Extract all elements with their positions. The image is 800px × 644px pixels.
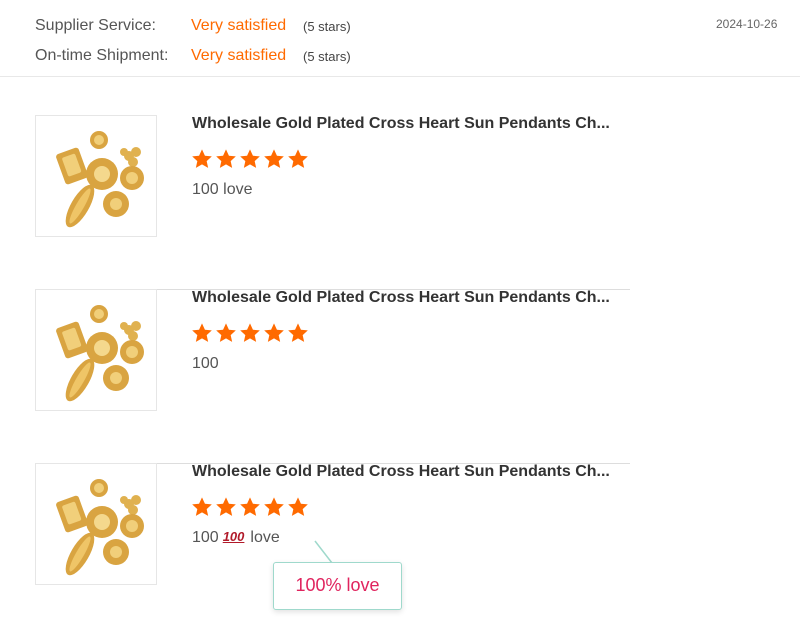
on-time-shipment-stars: (5 stars) bbox=[303, 49, 351, 64]
rating-summary: Supplier Service: Very satisfied (5 star… bbox=[0, 0, 800, 77]
gold-pendants-image bbox=[56, 479, 144, 576]
on-time-shipment-value: Very satisfied bbox=[191, 47, 287, 64]
star-icon bbox=[264, 149, 284, 168]
star-icon bbox=[192, 497, 212, 516]
product-title[interactable]: Wholesale Gold Plated Cross Heart Sun Pe… bbox=[192, 289, 612, 307]
star-icon bbox=[216, 323, 236, 342]
star-icon bbox=[264, 497, 284, 516]
star-icon bbox=[240, 497, 260, 516]
star-icon bbox=[240, 149, 260, 168]
star-rating bbox=[191, 148, 309, 172]
review-comment: 100 love bbox=[192, 181, 253, 198]
star-icon bbox=[192, 149, 212, 168]
supplier-service-label: Supplier Service: bbox=[35, 17, 156, 34]
hundred-points-emoji: 100 bbox=[222, 529, 245, 544]
review-item: Wholesale Gold Plated Cross Heart Sun Pe… bbox=[35, 115, 630, 290]
star-icon bbox=[264, 323, 284, 342]
product-thumbnail[interactable] bbox=[35, 289, 157, 411]
star-icon bbox=[192, 323, 212, 342]
supplier-service-value: Very satisfied bbox=[191, 17, 287, 34]
star-icon bbox=[288, 149, 308, 168]
star-icon bbox=[288, 497, 308, 516]
tooltip-pointer bbox=[314, 540, 348, 564]
product-thumbnail[interactable] bbox=[35, 463, 157, 585]
gold-pendants-image bbox=[56, 131, 144, 228]
review-comment: 100 bbox=[192, 355, 219, 372]
star-rating bbox=[191, 496, 309, 520]
review-comment: 100 100 love bbox=[192, 529, 280, 547]
translation-tooltip: 100% love bbox=[273, 562, 402, 610]
product-title[interactable]: Wholesale Gold Plated Cross Heart Sun Pe… bbox=[192, 463, 612, 481]
star-icon bbox=[288, 323, 308, 342]
product-title[interactable]: Wholesale Gold Plated Cross Heart Sun Pe… bbox=[192, 115, 612, 133]
on-time-shipment-label: On-time Shipment: bbox=[35, 47, 169, 64]
supplier-service-stars: (5 stars) bbox=[303, 19, 351, 34]
star-rating bbox=[191, 322, 309, 346]
review-item: Wholesale Gold Plated Cross Heart Sun Pe… bbox=[35, 289, 630, 464]
comment-suffix: love bbox=[250, 529, 280, 546]
star-icon bbox=[240, 323, 260, 342]
star-icon bbox=[216, 149, 236, 168]
gold-pendants-image bbox=[56, 305, 144, 402]
comment-prefix: 100 bbox=[192, 529, 219, 546]
star-icon bbox=[216, 497, 236, 516]
product-thumbnail[interactable] bbox=[35, 115, 157, 237]
review-date: 2024-10-26 bbox=[716, 17, 778, 31]
